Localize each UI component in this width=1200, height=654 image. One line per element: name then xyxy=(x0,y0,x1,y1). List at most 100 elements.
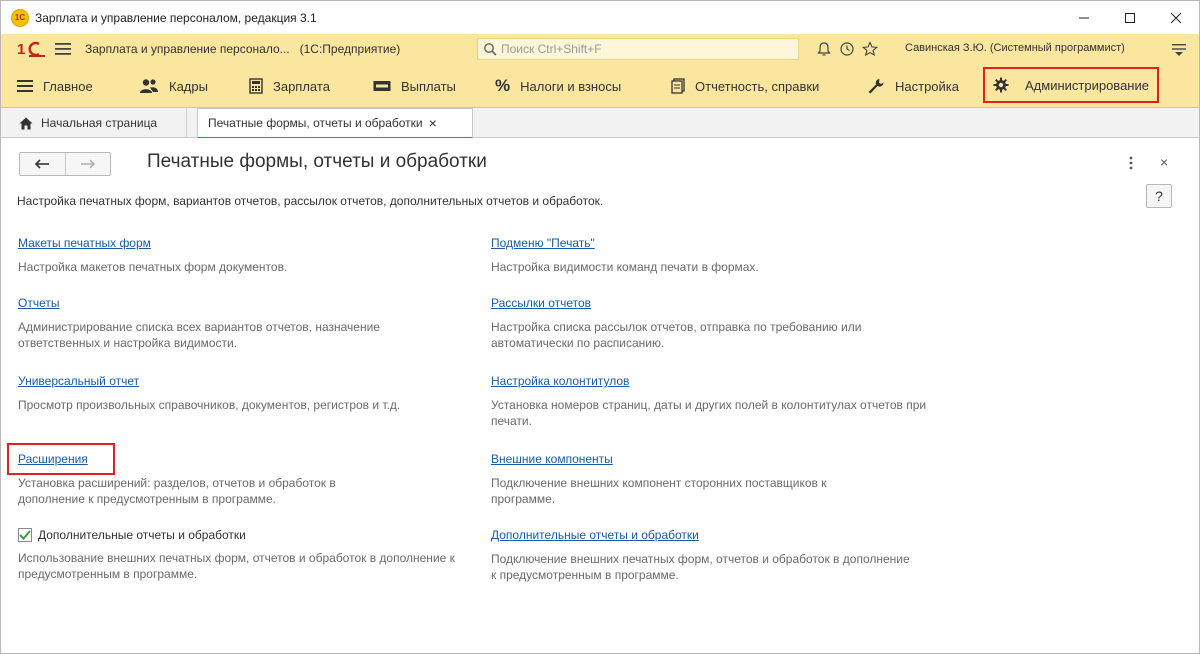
entry-description: Настройка макетов печатных форм документ… xyxy=(18,260,288,274)
minimize-icon xyxy=(1079,17,1089,19)
section-label: Настройка xyxy=(895,78,959,94)
link-external-components[interactable]: Внешние компоненты xyxy=(491,452,613,466)
window-title: Зарплата и управление персоналом, редакц… xyxy=(35,10,317,25)
section-label: Отчетность, справки xyxy=(695,78,820,94)
section-personnel[interactable]: Кадры xyxy=(139,64,208,108)
arrow-right-icon xyxy=(80,159,95,169)
entry-reports: Отчеты Администрирование списка всех вар… xyxy=(18,296,458,351)
section-label: Зарплата xyxy=(273,78,330,94)
entry-extensions: Расширения Установка расширений: раздело… xyxy=(18,452,398,507)
section-administration[interactable]: Администрирование xyxy=(983,67,1159,103)
link-headers-footers[interactable]: Настройка колонтитулов xyxy=(491,374,629,388)
form-content: Печатные формы, отчеты и обработки × ? Н… xyxy=(0,138,1200,654)
report-icon xyxy=(671,78,685,94)
link-reports[interactable]: Отчеты xyxy=(18,296,59,310)
section-taxes[interactable]: % Налоги и взносы xyxy=(495,64,621,108)
open-tabs-bar: Начальная страница Печатные формы, отчет… xyxy=(0,108,1200,139)
tab-home[interactable]: Начальная страница xyxy=(9,108,187,138)
menu-icon xyxy=(17,80,33,92)
close-icon xyxy=(1170,12,1182,24)
link-report-mailings[interactable]: Рассылки отчетов xyxy=(491,296,591,310)
entry-description: Настройка списка рассылок отчетов, отпра… xyxy=(491,320,862,350)
section-settings[interactable]: Настройка xyxy=(867,64,959,108)
current-user[interactable]: Савинская З.Ю. (Системный программист) xyxy=(905,42,1125,54)
arrow-left-icon xyxy=(35,159,50,169)
help-button[interactable]: ? xyxy=(1146,184,1172,208)
entry-universal-report: Универсальный отчет Просмотр произвольны… xyxy=(18,374,478,413)
bell-icon[interactable] xyxy=(816,41,832,57)
entry-description: Установка номеров страниц, даты и других… xyxy=(491,398,927,428)
svg-text:1: 1 xyxy=(17,41,25,58)
percent-icon: % xyxy=(495,76,511,95)
page-description: Настройка печатных форм, вариантов отчет… xyxy=(17,194,604,208)
money-icon xyxy=(373,81,391,91)
entry-description: Администрирование списка всех вариантов … xyxy=(18,320,380,350)
back-button[interactable] xyxy=(20,153,65,175)
app-mode: (1С:Предприятие) xyxy=(299,42,401,56)
entry-additional-reports-option: Дополнительные отчеты и обработки Исполь… xyxy=(18,528,458,582)
section-label: Кадры xyxy=(169,78,208,94)
wrench-icon xyxy=(868,79,884,94)
entry-description: Просмотр произвольных справочников, доку… xyxy=(18,398,401,412)
link-additional-reports[interactable]: Дополнительные отчеты и обработки xyxy=(491,528,699,542)
checkbox-box[interactable] xyxy=(18,528,32,542)
link-extensions[interactable]: Расширения xyxy=(18,452,88,466)
tab-label: Печатные формы, отчеты и обработки xyxy=(208,116,423,130)
calculator-icon xyxy=(249,78,263,94)
main-menu-icon[interactable] xyxy=(55,42,71,56)
entry-description: Подключение внешних компонент сторонних … xyxy=(491,476,827,506)
entry-headers-footers: Настройка колонтитулов Установка номеров… xyxy=(491,374,931,429)
page-title: Печатные формы, отчеты и обработки xyxy=(147,151,487,172)
section-label: Администрирование xyxy=(1025,77,1149,93)
window-controls xyxy=(1061,1,1199,35)
entry-description: Установка расширений: разделов, отчетов … xyxy=(18,476,336,506)
entry-description: Подключение внешних печатных форм, отчет… xyxy=(491,552,910,582)
app-toolbar: 1 Зарплата и управление персонало... (1С… xyxy=(0,34,1200,64)
forward-button[interactable] xyxy=(64,153,110,175)
toolbar-settings-icon[interactable] xyxy=(1171,41,1187,57)
entry-print-layouts: Макеты печатных форм Настройка макетов п… xyxy=(18,236,478,275)
maximize-icon xyxy=(1125,13,1135,23)
gear-icon xyxy=(993,77,1009,93)
app-logo-icon: 1С xyxy=(11,8,29,27)
checkmark-icon xyxy=(19,530,31,540)
history-icon[interactable] xyxy=(839,41,855,57)
entry-report-mailings: Рассылки отчетов Настройка списка рассыл… xyxy=(491,296,931,351)
home-icon xyxy=(19,117,33,129)
1c-brand-icon[interactable]: 1 xyxy=(17,40,45,58)
checkbox-label: Дополнительные отчеты и обработки xyxy=(38,528,246,542)
star-icon[interactable] xyxy=(862,41,878,57)
section-label: Налоги и взносы xyxy=(520,78,622,94)
maximize-button[interactable] xyxy=(1107,1,1153,35)
sections-panel: Главное Кадры Зарплата Выплаты % Налоги … xyxy=(0,64,1200,108)
entry-description: Настройка видимости команд печати в форм… xyxy=(491,260,759,274)
section-reporting[interactable]: Отчетность, справки xyxy=(671,64,819,108)
people-icon xyxy=(140,79,158,93)
tab-label: Начальная страница xyxy=(41,116,158,130)
close-window-button[interactable] xyxy=(1153,1,1199,35)
search-icon xyxy=(484,43,497,56)
global-search xyxy=(477,38,799,60)
entry-print-submenu: Подменю "Печать" Настройка видимости ком… xyxy=(491,236,951,275)
link-print-layouts[interactable]: Макеты печатных форм xyxy=(18,236,151,250)
entry-external-components: Внешние компоненты Подключение внешних к… xyxy=(491,452,891,507)
tab-print-forms[interactable]: Печатные формы, отчеты и обработки × xyxy=(197,108,473,139)
checkbox-additional-reports[interactable]: Дополнительные отчеты и обработки xyxy=(18,528,458,542)
minimize-button[interactable] xyxy=(1061,1,1107,35)
entry-description: Использование внешних печатных форм, отч… xyxy=(18,551,455,581)
entry-additional-reports: Дополнительные отчеты и обработки Подклю… xyxy=(491,528,911,583)
more-vertical-icon[interactable] xyxy=(1129,156,1133,170)
link-universal-report[interactable]: Универсальный отчет xyxy=(18,374,139,388)
link-print-submenu[interactable]: Подменю "Печать" xyxy=(491,236,595,250)
window-titlebar: 1С Зарплата и управление персоналом, ред… xyxy=(0,0,1200,34)
tab-close-icon[interactable]: × xyxy=(429,115,437,131)
section-main[interactable]: Главное xyxy=(17,64,93,108)
section-label: Выплаты xyxy=(401,78,456,94)
search-input[interactable] xyxy=(501,42,791,56)
section-salary[interactable]: Зарплата xyxy=(249,64,330,108)
section-label: Главное xyxy=(43,78,93,94)
history-navigation xyxy=(19,152,111,176)
section-payments[interactable]: Выплаты xyxy=(373,64,456,108)
app-name: Зарплата и управление персонало... xyxy=(85,42,290,56)
close-form-icon[interactable]: × xyxy=(1160,154,1168,170)
